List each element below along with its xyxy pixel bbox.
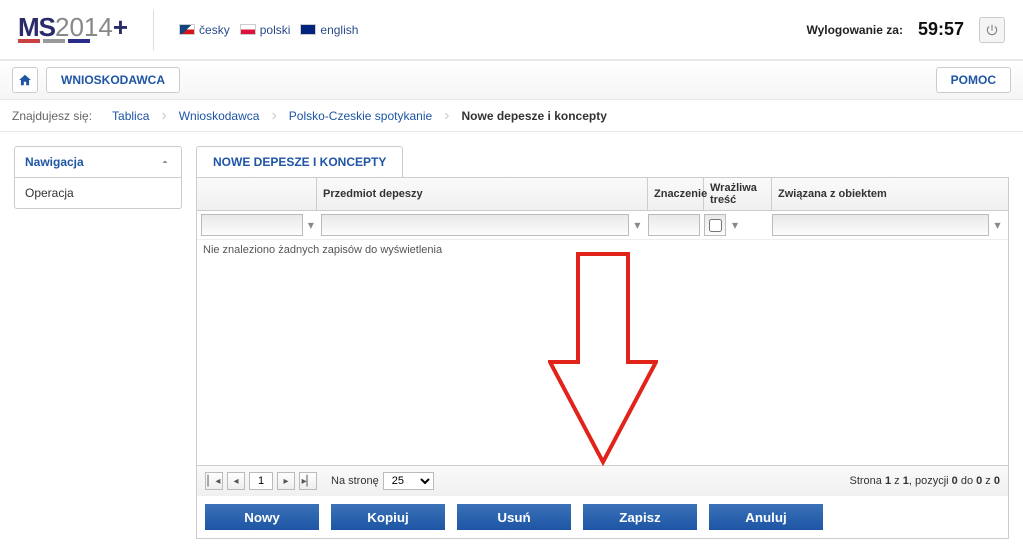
col-header-related[interactable]: Związana z obiektem [772,178,1008,210]
delete-button[interactable]: Usuń [457,504,571,530]
nav-header[interactable]: Nawigacja [15,147,181,178]
toolbar: WNIOSKODAWCA POMOC [0,60,1023,100]
logo-plus: + [113,12,128,42]
flag-en-icon [300,24,316,35]
filter-input-importance[interactable] [648,214,700,236]
filter-input-subject[interactable] [321,214,629,236]
help-button[interactable]: POMOC [936,67,1011,93]
logout-timer: 59:57 [918,19,964,40]
grid-header-row: Przedmiot depeszy Znaczenie Wrażliwa tre… [197,178,1008,211]
pager-status: Strona 1 z 1, pozycji 0 do 0 z 0 [850,475,1001,487]
breadcrumb-label: Znajdujesz się: [12,109,92,123]
page-tab[interactable]: NOWE DEPESZE I KONCEPTY [196,146,403,177]
action-row: Nowy Kopiuj Usuń Zapisz Anuluj [197,496,1008,538]
lang-label: česky [199,23,230,37]
col-header-sensitive[interactable]: Wrażliwa treść [704,178,772,210]
applicant-tab[interactable]: WNIOSKODAWCA [46,67,180,93]
breadcrumb-item[interactable]: Tablica [100,100,161,132]
col-header-subject[interactable]: Przedmiot depeszy [317,178,648,210]
power-icon [985,23,999,37]
filter-icon[interactable]: ▾ [305,214,317,236]
lang-czech[interactable]: česky [179,23,230,37]
logo-year: 2014 [55,12,113,42]
filter-checkbox-sensitive[interactable] [709,219,722,232]
pager-last-button[interactable]: ▸▏ [299,472,317,490]
filter-input[interactable] [201,214,303,236]
sidebar-item-operation[interactable]: Operacja [15,178,181,208]
lang-label: polski [260,23,291,37]
per-page-label: Na stronę [331,475,379,487]
filter-icon[interactable]: ▾ [728,214,742,236]
language-switcher: česky polski english [179,23,358,37]
home-button[interactable] [12,67,38,93]
cancel-button[interactable]: Anuluj [709,504,823,530]
chevron-up-icon [159,156,171,168]
logout-button[interactable] [979,17,1005,43]
annotation-arrow [548,252,658,470]
logo: MS2014+ [18,12,128,47]
logo-ms: MS [18,12,55,42]
home-icon [18,73,32,87]
flag-pl-icon [240,24,256,35]
filter-icon[interactable]: ▾ [631,214,644,236]
arrow-down-icon [548,252,658,467]
app-header: MS2014+ česky polski english Wylogowanie… [0,0,1023,60]
pager-next-button[interactable]: ▸ [277,472,295,490]
pager-prev-button[interactable]: ◂ [227,472,245,490]
breadcrumb-item[interactable]: Wnioskodawca [167,100,272,132]
per-page-select[interactable]: 25 [383,472,434,490]
lang-label: english [320,23,358,37]
breadcrumb-current: Nowe depesze i koncepty [450,109,619,123]
grid-body: Nie znaleziono żadnych zapisów do wyświe… [197,240,1008,465]
pager-first-button[interactable]: ▏◂ [205,472,223,490]
new-button[interactable]: Nowy [205,504,319,530]
breadcrumb: Znajdujesz się: Tablica › Wnioskodawca ›… [0,100,1023,132]
breadcrumb-item[interactable]: Polsko-Czeskie spotykanie [277,100,444,132]
nav-header-label: Nawigacja [25,155,84,169]
header-separator [153,10,154,50]
pager-page-input[interactable] [249,472,273,490]
col-header[interactable] [197,178,317,210]
lang-polish[interactable]: polski [240,23,291,37]
grid-filter-row: ▾ ▾ ▾ ▾ [197,211,1008,240]
main-content: NOWE DEPESZE I KONCEPTY Przedmiot depesz… [196,146,1009,539]
filter-input-related[interactable] [772,214,989,236]
flag-cz-icon [179,24,195,35]
sidebar: Nawigacja Operacja [14,146,182,539]
logout-label: Wylogowanie za: [806,23,902,37]
filter-icon[interactable]: ▾ [991,214,1004,236]
logo-underline [18,39,128,43]
save-button[interactable]: Zapisz [583,504,697,530]
col-header-importance[interactable]: Znaczenie [648,178,704,210]
lang-english[interactable]: english [300,23,358,37]
copy-button[interactable]: Kopiuj [331,504,445,530]
data-grid: Przedmiot depeszy Znaczenie Wrażliwa tre… [196,177,1009,539]
